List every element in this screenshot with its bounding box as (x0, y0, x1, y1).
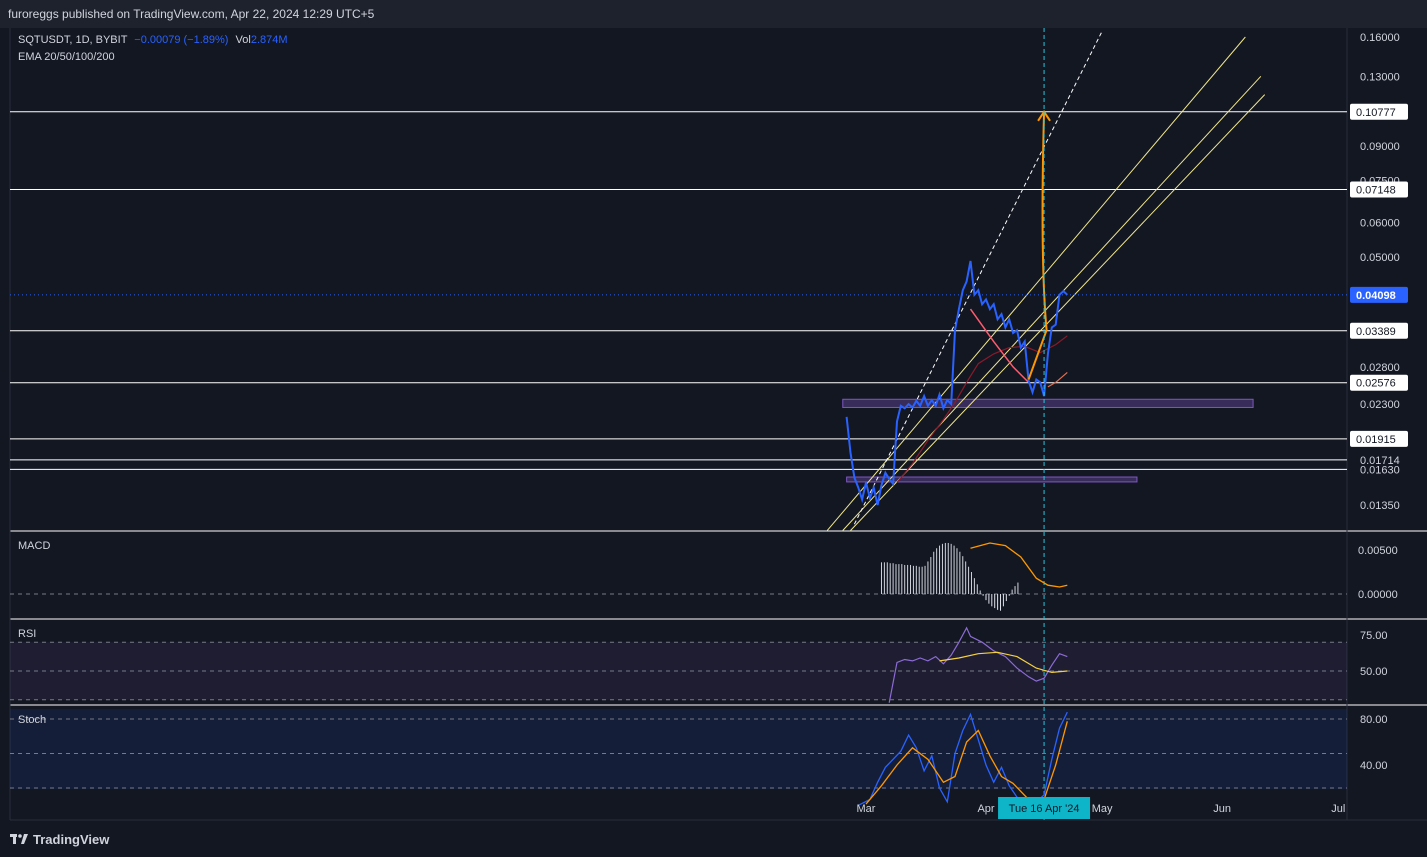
macd-title: MACD (18, 540, 51, 552)
price-axis-label: 0.07148 (1356, 185, 1396, 197)
rsi-title: RSI (18, 628, 37, 640)
rsi-axis-label: 75.00 (1360, 630, 1388, 642)
price-axis-label: 0.16000 (1360, 32, 1400, 44)
time-axis-label: Jul (1331, 803, 1345, 815)
price-axis-label: 0.02576 (1356, 378, 1396, 390)
crosshair-date-label: Tue 16 Apr '24 (1009, 803, 1080, 815)
price-axis-label: 0.01630 (1360, 464, 1400, 476)
ema-legend: EMA 20/50/100/200 (18, 51, 115, 63)
time-axis-label: Jun (1213, 803, 1231, 815)
time-axis-label: Mar (857, 803, 876, 815)
support-zone (842, 398, 1254, 408)
stoch-title: Stoch (18, 714, 47, 726)
chart-canvas[interactable]: 0.160000.130000.107770.090000.075000.071… (0, 0, 1427, 826)
price-axis-label: 0.09000 (1360, 141, 1400, 153)
rsi-axis-label: 50.00 (1360, 666, 1388, 678)
price-axis-label: 0.04098 (1356, 290, 1396, 302)
time-axis-label: Apr (977, 803, 994, 815)
price-axis-label: 0.13000 (1360, 71, 1400, 83)
time-axis-label: May (1092, 803, 1113, 815)
tradingview-logo-text: TradingView (33, 832, 110, 847)
volume-value: 2.874M (250, 34, 288, 46)
ema-label: EMA 20/50/100/200 (18, 51, 115, 63)
stoch-axis-label: 80.00 (1360, 714, 1388, 726)
macd-axis-label: 0.00000 (1358, 589, 1398, 601)
plot-background (0, 28, 1427, 826)
price-axis-label: 0.01915 (1356, 434, 1396, 446)
price-axis-label: 0.02300 (1360, 399, 1400, 411)
price-change: −0.00079 (−1.89%) (134, 34, 229, 46)
volume-label: Vol (235, 34, 251, 46)
price-axis-label: 0.02800 (1360, 362, 1400, 374)
stoch-axis-label: 40.00 (1360, 760, 1388, 772)
footer-bar (0, 826, 1427, 857)
price-axis-label: 0.03389 (1356, 326, 1396, 338)
symbol-info: SQTUSDT, 1D, BYBIT (18, 34, 128, 46)
price-axis-label: 0.01350 (1360, 500, 1400, 512)
stoch-band (10, 709, 1347, 789)
macd-axis-label: 0.00500 (1358, 545, 1398, 557)
tradingview-logo-icon (10, 833, 28, 844)
tradingview-logo[interactable]: TradingView (10, 832, 109, 847)
price-axis-label: 0.10777 (1356, 107, 1396, 119)
price-axis-label: 0.05000 (1360, 252, 1400, 264)
symbol-legend: SQTUSDT, 1D, BYBIT −0.00079 (−1.89%) Vol… (18, 34, 288, 46)
price-axis-label: 0.06000 (1360, 218, 1400, 230)
